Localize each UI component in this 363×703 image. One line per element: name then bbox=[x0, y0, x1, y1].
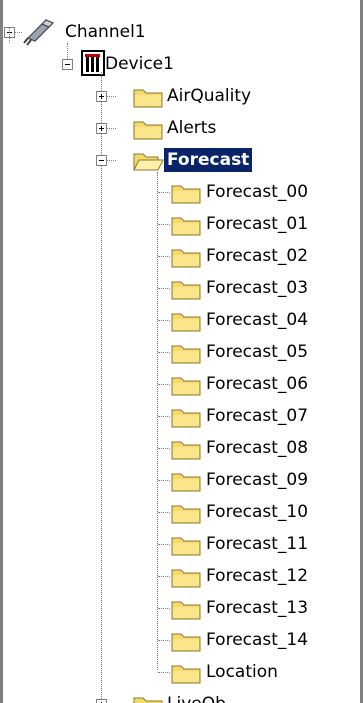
folder-icon bbox=[170, 657, 204, 687]
tree-connector bbox=[158, 384, 170, 385]
folder-icon bbox=[170, 209, 204, 239]
tree-node-label: Forecast bbox=[164, 148, 253, 172]
tree-node-label: Device1 bbox=[105, 54, 174, 74]
tree-node-leaf[interactable]: Location bbox=[0, 656, 320, 688]
tree-node-label: Location bbox=[206, 662, 278, 682]
tree-node-device[interactable]: Device1 bbox=[0, 48, 200, 80]
folder-icon bbox=[170, 401, 204, 431]
tree-connector bbox=[158, 672, 170, 673]
tree-node-leaf[interactable]: Forecast_13 bbox=[0, 592, 320, 624]
folder-icon bbox=[170, 337, 204, 367]
expand-toggle[interactable] bbox=[96, 123, 107, 134]
tree-connector bbox=[158, 480, 170, 481]
tree-node-leaf[interactable]: Forecast_04 bbox=[0, 304, 320, 336]
folder-icon bbox=[170, 625, 204, 655]
tree-node-label: LiveOb bbox=[164, 688, 229, 703]
tree-connector bbox=[9, 27, 10, 43]
tree-node-channel[interactable]: Channel1 bbox=[0, 16, 200, 48]
folder-icon bbox=[170, 465, 204, 495]
tree-connector bbox=[158, 448, 170, 449]
tree-connector bbox=[158, 512, 170, 513]
tree-node-label: Forecast_07 bbox=[206, 406, 309, 426]
tree-node-label: AirQuality bbox=[167, 86, 252, 106]
expand-toggle[interactable] bbox=[96, 91, 107, 102]
tree-node-label: Alerts bbox=[167, 118, 217, 138]
tree-node-label: Channel1 bbox=[65, 22, 146, 42]
folder-icon bbox=[170, 529, 204, 559]
tree-connector bbox=[158, 352, 170, 353]
tree-node-label: Forecast_04 bbox=[206, 310, 309, 330]
tree-connector bbox=[107, 96, 116, 97]
folder-icon bbox=[170, 497, 204, 527]
tree-connector bbox=[158, 576, 170, 577]
tree-connector bbox=[158, 640, 170, 641]
tree-node-alerts[interactable]: Alerts bbox=[0, 112, 300, 144]
tree-node-label: Forecast_06 bbox=[206, 374, 309, 394]
tree-node-leaf[interactable]: Forecast_00 bbox=[0, 176, 320, 208]
tree-node-label: Forecast_01 bbox=[206, 214, 309, 234]
folder-icon bbox=[132, 689, 166, 703]
tree-node-label: Forecast_11 bbox=[206, 534, 309, 554]
folder-icon bbox=[170, 241, 204, 271]
tree-node-label: Forecast_00 bbox=[206, 182, 309, 202]
tree-node-leaf[interactable]: Forecast_11 bbox=[0, 528, 320, 560]
folder-icon bbox=[170, 593, 204, 623]
folder-icon bbox=[170, 561, 204, 591]
folder-icon bbox=[132, 81, 166, 111]
tree-node-label: Forecast_05 bbox=[206, 342, 309, 362]
expand-toggle[interactable] bbox=[96, 699, 107, 703]
tree-node-leaf[interactable]: Forecast_12 bbox=[0, 560, 320, 592]
folder-icon bbox=[170, 369, 204, 399]
tree-node-leaf[interactable]: Forecast_05 bbox=[0, 336, 320, 368]
tree-node-leaf[interactable]: Forecast_08 bbox=[0, 432, 320, 464]
tree-connector bbox=[158, 416, 170, 417]
tree-node-leaf[interactable]: Forecast_03 bbox=[0, 272, 320, 304]
tree-connector bbox=[107, 160, 116, 161]
tree-connector bbox=[158, 224, 170, 225]
folder-icon bbox=[170, 177, 204, 207]
tree-node-label: Forecast_14 bbox=[206, 630, 309, 650]
tree-connector bbox=[158, 192, 170, 193]
tree-node-label: Forecast_08 bbox=[206, 438, 309, 458]
folder-icon bbox=[170, 433, 204, 463]
tree-node-liveob[interactable]: LiveOb bbox=[0, 688, 300, 703]
tree-connector bbox=[158, 544, 170, 545]
tree-connector bbox=[158, 608, 170, 609]
tree-connector bbox=[158, 320, 170, 321]
collapse-toggle[interactable] bbox=[96, 155, 107, 166]
tree-node-label: Forecast_13 bbox=[206, 598, 309, 618]
folder-icon bbox=[170, 305, 204, 335]
tree-view[interactable]: Channel1 Device1 AirQuality Alerts Forecas… bbox=[0, 0, 363, 703]
tree-connector bbox=[15, 32, 22, 33]
tree-node-forecast[interactable]: Forecast bbox=[0, 144, 300, 176]
tree-connector bbox=[107, 128, 116, 129]
tree-connector bbox=[67, 43, 68, 59]
folder-icon bbox=[170, 273, 204, 303]
tree-node-label: Forecast_02 bbox=[206, 246, 309, 266]
tree-node-label: Forecast_09 bbox=[206, 470, 309, 490]
tree-node-label: Forecast_10 bbox=[206, 502, 309, 522]
folder-open-icon bbox=[132, 145, 166, 175]
tree-node-leaf[interactable]: Forecast_06 bbox=[0, 368, 320, 400]
tree-node-label: Forecast_03 bbox=[206, 278, 309, 298]
tree-node-leaf[interactable]: Forecast_07 bbox=[0, 400, 320, 432]
tree-node-airquality[interactable]: AirQuality bbox=[0, 80, 300, 112]
folder-icon bbox=[132, 113, 166, 143]
tree-node-label: Forecast_12 bbox=[206, 566, 309, 586]
tree-node-leaf[interactable]: Forecast_02 bbox=[0, 240, 320, 272]
tree-connector bbox=[158, 256, 170, 257]
tree-node-leaf[interactable]: Forecast_10 bbox=[0, 496, 320, 528]
tree-node-leaf[interactable]: Forecast_14 bbox=[0, 624, 320, 656]
collapse-toggle[interactable] bbox=[62, 59, 73, 70]
tree-node-leaf[interactable]: Forecast_09 bbox=[0, 464, 320, 496]
tree-connector bbox=[158, 288, 170, 289]
tree-node-leaf[interactable]: Forecast_01 bbox=[0, 208, 320, 240]
channel-plug-icon bbox=[22, 16, 56, 46]
